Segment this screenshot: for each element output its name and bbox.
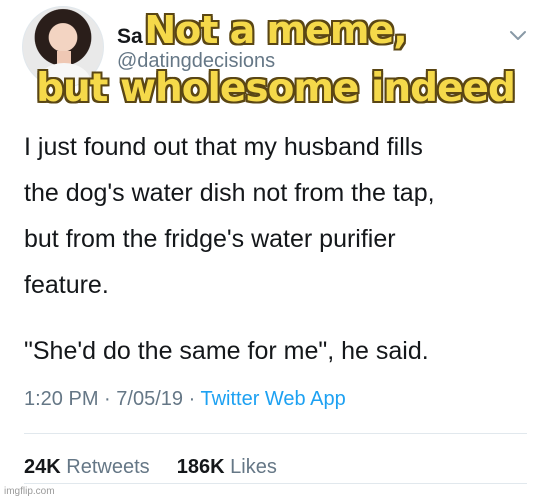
retweets-label: Retweets (66, 456, 150, 478)
tweet-stats: 24K Retweets 186K Likes (24, 456, 277, 479)
meme-caption-bottom: but wholesome indeed (36, 66, 516, 111)
divider (24, 433, 527, 434)
divider (24, 483, 527, 484)
tweet-text-line: feature. (24, 271, 109, 299)
likes-stat[interactable]: 186K Likes (177, 456, 277, 478)
likes-label: Likes (230, 456, 277, 478)
retweets-count: 24K (24, 456, 61, 478)
tweet-source-link[interactable]: Twitter Web App (200, 388, 345, 410)
tweet-text-line: I just found out that my husband fills (24, 133, 423, 161)
likes-count: 186K (176, 456, 225, 478)
meta-separator: · (104, 388, 111, 410)
tweet-text: I just found out that my husband fills t… (24, 124, 534, 374)
tweet-time[interactable]: 1:20 PM (24, 388, 98, 410)
tweet-quote-line: "She'd do the same for me", he said. (24, 337, 429, 365)
tweet-date[interactable]: 7/05/19 (116, 388, 183, 410)
retweets-stat[interactable]: 24K Retweets (24, 456, 150, 478)
tweet-text-line: but from the fridge's water purifier (24, 225, 396, 253)
meta-separator: · (188, 388, 196, 410)
tweet-meta: 1:20 PM · 7/05/19 · Twitter Web App (24, 388, 346, 411)
watermark: imgflip.com (4, 486, 55, 497)
tweet-text-line: the dog's water dish not from the tap, (24, 179, 435, 207)
meme-caption-top: Not a meme, (144, 8, 407, 52)
